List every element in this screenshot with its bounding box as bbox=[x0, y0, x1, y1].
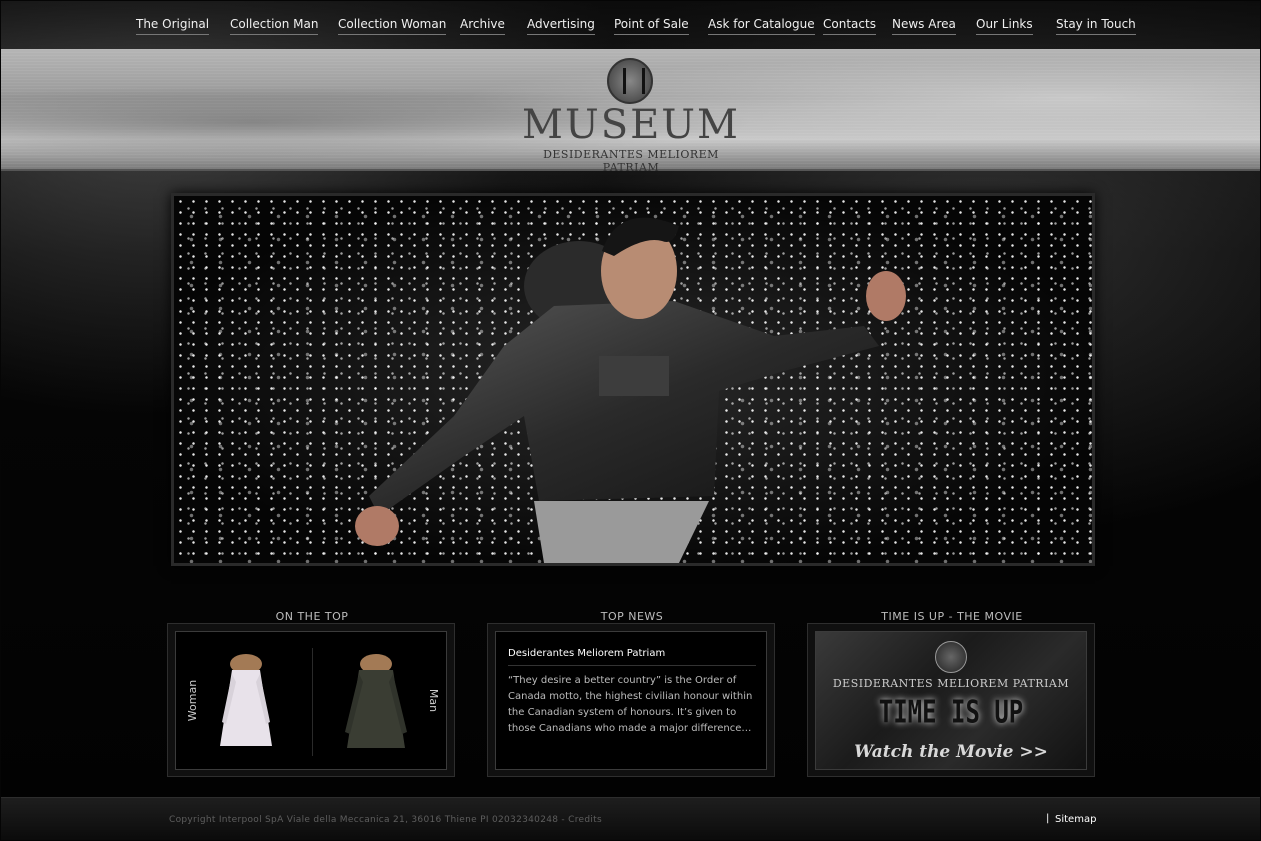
footer: Copyright Interpool SpA Viale della Mecc… bbox=[1, 797, 1260, 840]
panel-divider bbox=[312, 648, 313, 756]
nav-item-contacts[interactable]: Contacts bbox=[823, 17, 876, 35]
brand-emblem-icon[interactable] bbox=[607, 58, 653, 104]
nav-item-collection-man[interactable]: Collection Man bbox=[230, 17, 319, 35]
copyright-text: Copyright Interpool SpA Viale della Mecc… bbox=[169, 815, 602, 825]
woman-jacket-image[interactable] bbox=[216, 652, 276, 750]
hero-model-image bbox=[355, 217, 906, 563]
movie-title: TIME IS UP - THE MOVIE bbox=[881, 610, 1023, 623]
nav-item-archive[interactable]: Archive bbox=[460, 17, 505, 35]
page: The Original Collection Man Collection W… bbox=[1, 1, 1260, 840]
movie-headline: TIME IS UP bbox=[878, 693, 1024, 731]
nav-item-point-of-sale[interactable]: Point of Sale bbox=[614, 17, 689, 35]
man-label[interactable]: Man bbox=[427, 689, 440, 712]
watch-movie-link[interactable]: Watch the Movie >> bbox=[816, 742, 1086, 762]
top-news-box: Desiderantes Meliorem Patriam “They desi… bbox=[487, 623, 775, 777]
movie-banner[interactable]: DESIDERANTES MELIOREM PATRIAM TIME IS UP… bbox=[815, 631, 1087, 770]
on-the-top-title: ON THE TOP bbox=[275, 610, 349, 623]
movie-box: DESIDERANTES MELIOREM PATRIAM TIME IS UP… bbox=[807, 623, 1095, 777]
on-the-top-box: Woman Man bbox=[167, 623, 455, 777]
footer-separator: | bbox=[1046, 813, 1050, 824]
man-jacket-image[interactable] bbox=[341, 652, 411, 752]
nav-item-ask-for-catalogue[interactable]: Ask for Catalogue bbox=[708, 17, 815, 35]
nav-item-collection-woman[interactable]: Collection Woman bbox=[338, 17, 447, 35]
brand-logo[interactable]: MUSEUM bbox=[519, 105, 743, 145]
sitemap-link[interactable]: Sitemap bbox=[1055, 814, 1096, 825]
nav-item-our-links[interactable]: Our Links bbox=[976, 17, 1033, 35]
news-headline[interactable]: Desiderantes Meliorem Patriam bbox=[508, 648, 756, 666]
main-nav: The Original Collection Man Collection W… bbox=[1, 1, 1260, 49]
on-the-top-panel: Woman Man bbox=[175, 631, 447, 770]
nav-item-advertising[interactable]: Advertising bbox=[527, 17, 595, 35]
news-excerpt: “They desire a better country” is the Or… bbox=[508, 675, 753, 734]
nav-item-stay-in-touch[interactable]: Stay in Touch bbox=[1056, 17, 1136, 35]
movie-emblem-icon bbox=[935, 641, 967, 673]
hero-banner[interactable] bbox=[171, 193, 1095, 566]
movie-motto: DESIDERANTES MELIOREM PATRIAM bbox=[832, 677, 1070, 690]
nav-item-news-area[interactable]: News Area bbox=[892, 17, 956, 35]
nav-item-the-original[interactable]: The Original bbox=[136, 17, 210, 35]
woman-label[interactable]: Woman bbox=[186, 680, 199, 721]
top-news-title: TOP NEWS bbox=[600, 610, 664, 623]
brand-motto: DESIDERANTES MELIOREM PATRIAM bbox=[543, 148, 719, 174]
top-news-panel: Desiderantes Meliorem Patriam “They desi… bbox=[495, 631, 767, 770]
